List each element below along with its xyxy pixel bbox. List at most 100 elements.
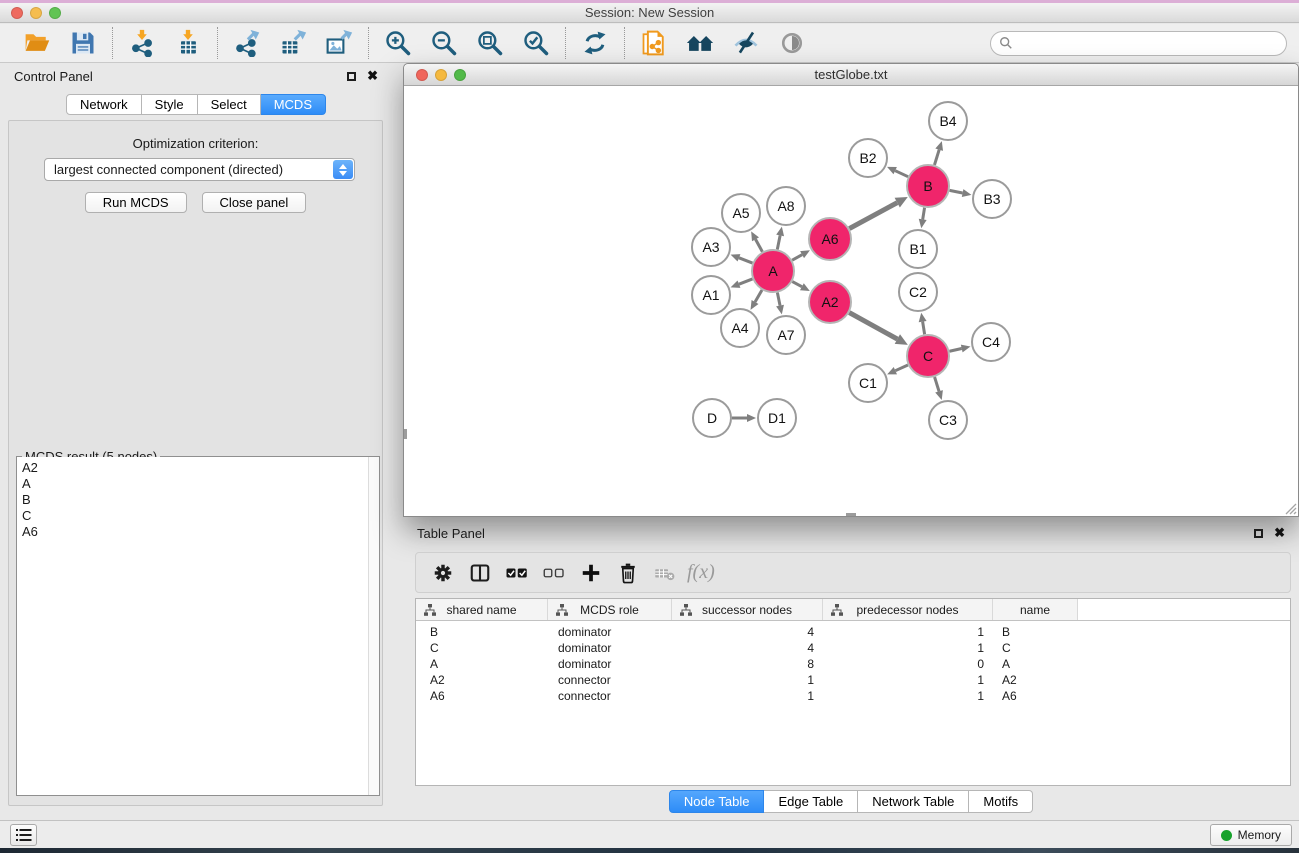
graph-edge-A-A3[interactable] (731, 254, 753, 263)
table-cell[interactable]: B (416, 624, 548, 640)
table-cell[interactable]: 4 (672, 640, 823, 656)
table-row[interactable]: A6connector11A6 (416, 688, 1290, 704)
zoom-selected-button[interactable] (518, 27, 554, 59)
criterion-dropdown[interactable]: largest connected component (directed) (44, 158, 355, 181)
table-cell[interactable]: dominator (548, 624, 672, 640)
graph-edge-A-A1[interactable] (731, 279, 753, 288)
tab-motifs[interactable]: Motifs (969, 790, 1033, 813)
resize-grip-icon[interactable] (1283, 501, 1297, 515)
graph-node-A8[interactable]: A8 (767, 187, 805, 225)
mcds-result-item[interactable]: C (17, 508, 379, 524)
minimize-network-window-icon[interactable] (435, 69, 447, 81)
create-column-button[interactable] (572, 557, 609, 589)
import-network-button[interactable] (124, 27, 160, 59)
table-row[interactable]: Cdominator41C (416, 640, 1290, 656)
zoom-in-button[interactable] (380, 27, 416, 59)
graph-edge-A-A2[interactable] (792, 282, 809, 292)
graph-edge-A-A5[interactable] (751, 231, 762, 251)
mcds-result-list[interactable]: A2ABCA6 (17, 457, 379, 795)
table-cell[interactable]: 8 (672, 656, 823, 672)
table-cell[interactable]: C (993, 640, 1078, 656)
table-cell[interactable]: connector (548, 672, 672, 688)
graph-node-C[interactable]: C (907, 335, 949, 377)
graph-node-A1[interactable]: A1 (692, 276, 730, 314)
table-cell[interactable]: 1 (823, 672, 993, 688)
import-table-button[interactable] (170, 27, 206, 59)
export-network-button[interactable] (229, 27, 265, 59)
table-cell[interactable]: A2 (993, 672, 1078, 688)
graph-edge-C-C2[interactable] (919, 313, 927, 335)
mcds-result-item[interactable]: B (17, 492, 379, 508)
table-cell[interactable]: 1 (672, 688, 823, 704)
result-list-scrollbar[interactable] (368, 457, 379, 795)
graph-edge-A-A6[interactable] (792, 250, 810, 260)
close-table-panel-icon[interactable]: ✖ (1274, 528, 1285, 538)
tab-select[interactable]: Select (198, 94, 261, 115)
mcds-result-item[interactable]: A (17, 476, 379, 492)
table-cell[interactable]: A (993, 656, 1078, 672)
table-row[interactable]: Bdominator41B (416, 624, 1290, 640)
column-header-successor-nodes[interactable]: successor nodes (672, 599, 823, 620)
deselect-all-button[interactable] (535, 557, 572, 589)
table-cell[interactable]: 1 (672, 672, 823, 688)
graph-node-A4[interactable]: A4 (721, 309, 759, 347)
graph-edge-C-C1[interactable] (887, 365, 908, 374)
graph-edge-A-A8[interactable] (776, 227, 784, 250)
graph-node-C3[interactable]: C3 (929, 401, 967, 439)
tab-mcds[interactable]: MCDS (261, 94, 326, 115)
table-cell[interactable]: dominator (548, 656, 672, 672)
graph-node-B[interactable]: B (907, 165, 949, 207)
graph-edge-B-B2[interactable] (887, 167, 908, 177)
graph-node-D[interactable]: D (693, 399, 731, 437)
select-all-button[interactable] (498, 557, 535, 589)
graph-edge-C-C4[interactable] (949, 345, 970, 353)
close-window-icon[interactable] (11, 7, 23, 19)
graph-node-A3[interactable]: A3 (692, 228, 730, 266)
graph-node-A6[interactable]: A6 (809, 218, 851, 260)
network-window-titlebar[interactable]: testGlobe.txt (404, 64, 1298, 86)
graph-node-D1[interactable]: D1 (758, 399, 796, 437)
graph-node-A2[interactable]: A2 (809, 281, 851, 323)
home-button[interactable] (682, 27, 718, 59)
table-cell[interactable]: A6 (416, 688, 548, 704)
graph-node-B2[interactable]: B2 (849, 139, 887, 177)
float-panel-icon[interactable] (347, 72, 356, 81)
graph-node-B4[interactable]: B4 (929, 102, 967, 140)
table-cell[interactable]: connector (548, 688, 672, 704)
column-header-mcds-role[interactable]: MCDS role (548, 599, 672, 620)
minimize-window-icon[interactable] (30, 7, 42, 19)
task-history-button[interactable] (10, 824, 37, 846)
table-cell[interactable]: A6 (993, 688, 1078, 704)
zoom-out-button[interactable] (426, 27, 462, 59)
graph-node-C4[interactable]: C4 (972, 323, 1010, 361)
graph-node-A[interactable]: A (752, 250, 794, 292)
table-cell[interactable]: A (416, 656, 548, 672)
graph-node-B3[interactable]: B3 (973, 180, 1011, 218)
close-panel-button[interactable]: Close panel (202, 192, 307, 213)
maximize-network-window-icon[interactable] (454, 69, 466, 81)
tab-network-table[interactable]: Network Table (858, 790, 969, 813)
graph-edge-A-A4[interactable] (751, 290, 762, 310)
table-cell[interactable]: A2 (416, 672, 548, 688)
graph-edge-B-B4[interactable] (934, 141, 943, 165)
graph-node-C1[interactable]: C1 (849, 364, 887, 402)
tab-edge-table[interactable]: Edge Table (764, 790, 858, 813)
graph-edge-D-D1[interactable] (732, 414, 756, 422)
table-cell[interactable]: B (993, 624, 1078, 640)
table-row[interactable]: A2connector11A2 (416, 672, 1290, 688)
graph-node-B1[interactable]: B1 (899, 230, 937, 268)
show-graphics-button[interactable] (774, 27, 810, 59)
hide-panels-button[interactable] (728, 27, 764, 59)
table-cell[interactable]: 1 (823, 640, 993, 656)
maximize-window-icon[interactable] (49, 7, 61, 19)
vertical-scroll-indicator[interactable] (404, 429, 407, 439)
column-header-predecessor-nodes[interactable]: predecessor nodes (823, 599, 993, 620)
graph-node-A5[interactable]: A5 (722, 194, 760, 232)
table-cell[interactable]: 4 (672, 624, 823, 640)
save-session-button[interactable] (65, 27, 101, 59)
graph-node-C2[interactable]: C2 (899, 273, 937, 311)
mcds-result-item[interactable]: A6 (17, 524, 379, 540)
graph-edge-A6-B[interactable] (849, 197, 907, 229)
delete-column-button[interactable] (609, 557, 646, 589)
show-column-button[interactable] (461, 557, 498, 589)
